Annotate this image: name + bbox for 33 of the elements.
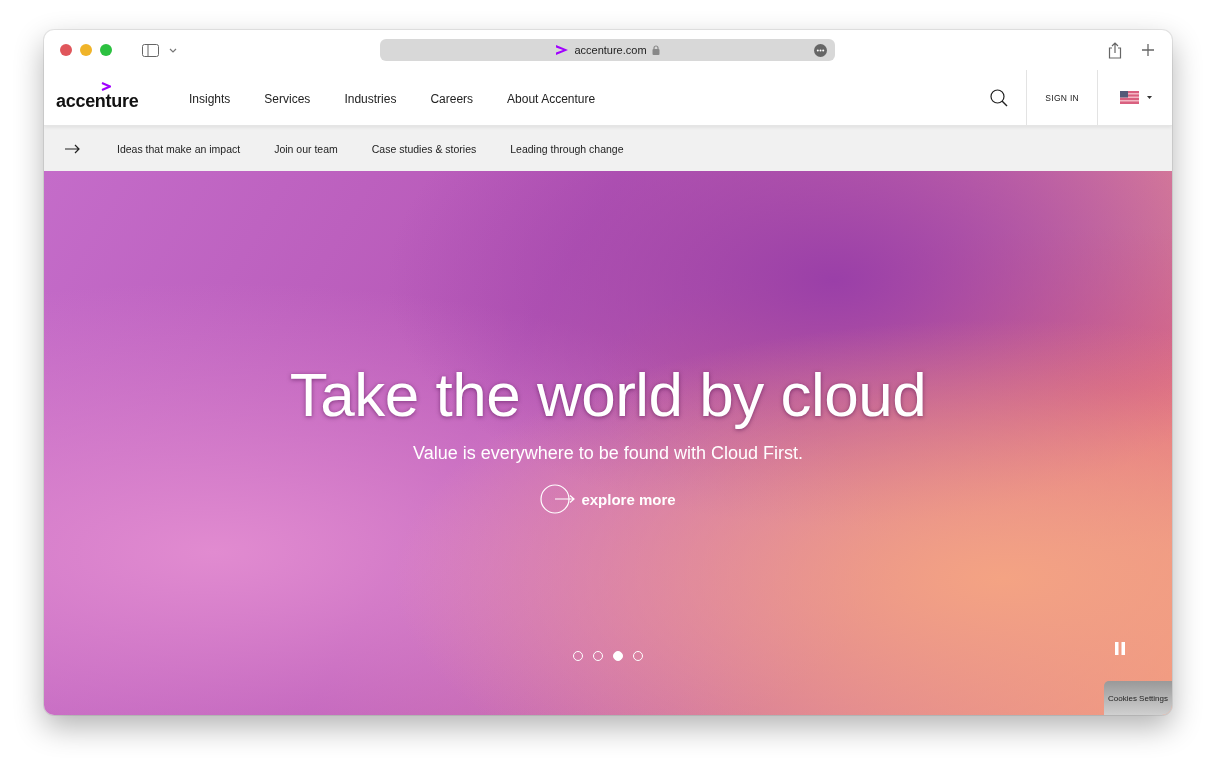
hero-subtitle: Value is everywhere to be found with Cloud First. bbox=[413, 443, 803, 465]
circle-arrow-icon[interactable] bbox=[540, 484, 577, 515]
nav-link[interactable]: Careers bbox=[430, 91, 474, 106]
sign-in-link[interactable]: SIGN IN bbox=[1045, 92, 1079, 103]
nav-link[interactable]: About Accenture bbox=[507, 91, 596, 106]
caret-icon bbox=[1147, 96, 1152, 99]
pause-icon[interactable] bbox=[1115, 642, 1125, 655]
slide-indicator[interactable] bbox=[613, 651, 623, 661]
new-tab-icon[interactable] bbox=[1142, 44, 1154, 56]
logo-mark-icon bbox=[555, 44, 570, 56]
nav-link[interactable]: Services bbox=[264, 91, 311, 106]
subnav-link[interactable]: Leading through change bbox=[510, 142, 624, 155]
nav-link[interactable]: Insights bbox=[189, 91, 231, 106]
logo-mark-icon bbox=[101, 82, 111, 91]
flag-icon bbox=[1120, 91, 1139, 104]
subnav-link[interactable]: Join our team bbox=[274, 142, 338, 155]
nav-link[interactable]: Industries bbox=[344, 91, 397, 106]
cookies-settings-button[interactable]: Cookies Settings bbox=[1104, 681, 1172, 715]
hero-title: Take the world by cloud bbox=[289, 361, 927, 430]
lock-icon bbox=[651, 45, 660, 55]
sidebar-icon[interactable] bbox=[142, 43, 159, 57]
more-icon[interactable] bbox=[814, 43, 827, 57]
share-icon[interactable] bbox=[1108, 41, 1122, 59]
logo-text[interactable]: accenture bbox=[56, 90, 139, 112]
chevron-down-icon[interactable] bbox=[169, 47, 177, 53]
close-button[interactable] bbox=[60, 44, 72, 56]
subnav-link[interactable]: Ideas that make an impact bbox=[117, 142, 241, 155]
arrow-right-icon bbox=[65, 143, 81, 154]
subnav-link[interactable]: Case studies & stories bbox=[371, 142, 477, 155]
url-text: accenture.com bbox=[574, 44, 647, 56]
address-bar[interactable]: accenture.com bbox=[380, 39, 835, 61]
search-icon[interactable] bbox=[990, 88, 1009, 107]
zoom-button[interactable] bbox=[100, 44, 112, 56]
